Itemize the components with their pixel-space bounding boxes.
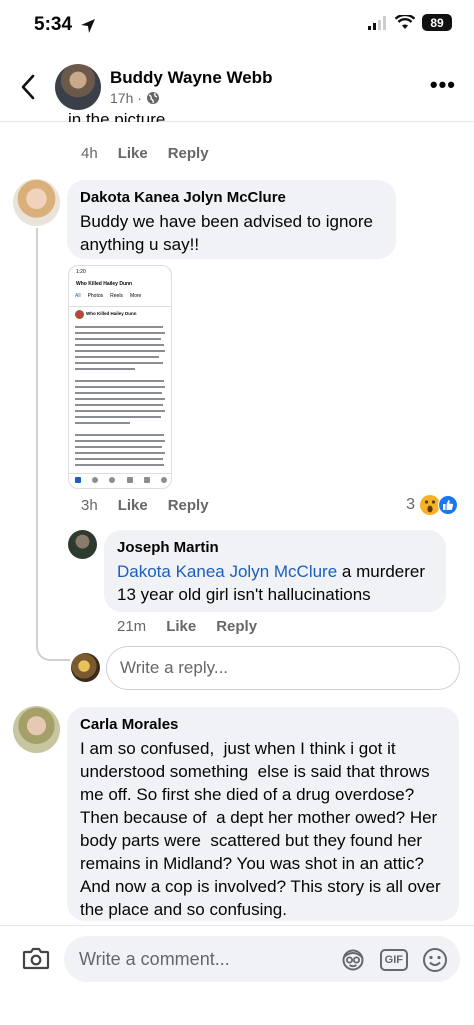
post-meta: 17h ·: [110, 90, 160, 106]
mention-link[interactable]: Dakota Kanea Jolyn McClure: [117, 562, 337, 581]
reply-button[interactable]: Reply: [168, 497, 209, 514]
location-arrow-icon: [81, 19, 95, 33]
avatar[interactable]: [13, 179, 60, 226]
status-icons: 89: [368, 14, 452, 31]
avatar: [71, 653, 100, 682]
avatar[interactable]: [13, 706, 60, 753]
image-nav: [75, 477, 167, 483]
emoji-icon[interactable]: [422, 947, 448, 973]
image-tab: Reels: [110, 293, 123, 299]
comment-time: 4h: [81, 145, 98, 162]
previous-comment-actions: 4h Like Reply: [81, 145, 209, 162]
camera-icon[interactable]: [22, 946, 50, 970]
globe-icon: [146, 92, 159, 104]
post-time: 17h ·: [110, 90, 142, 106]
image-tabs: All Photos Reels More: [75, 293, 141, 299]
avatar-sticker-icon[interactable]: [340, 948, 366, 972]
battery-indicator: 89: [422, 14, 452, 31]
like-button[interactable]: Like: [118, 497, 148, 514]
image-avatar: [75, 310, 84, 319]
comment-actions: 3h Like Reply: [81, 497, 209, 514]
comment-image[interactable]: 1:20 Who Killed Hailey Dunn All Photos R…: [68, 265, 172, 489]
comment-bubble: Dakota Kanea Jolyn McClure Buddy we have…: [67, 180, 396, 259]
status-bar: 5:34 89: [0, 0, 474, 52]
image-page-title: Who Killed Hailey Dunn: [76, 281, 133, 287]
comment-input[interactable]: Write a comment... GIF: [64, 936, 460, 982]
comment-text: Dakota Kanea Jolyn McClure a murderer 13…: [117, 560, 434, 606]
gif-icon[interactable]: GIF: [379, 949, 408, 971]
comment-text: I am so confused, just when I think i go…: [80, 739, 446, 919]
composer-icons: GIF: [340, 947, 448, 973]
previous-comment-text: in the picture: [68, 110, 166, 122]
comment-author[interactable]: Dakota Kanea Jolyn McClure: [80, 189, 384, 206]
status-time: 5:34: [34, 14, 73, 35]
back-chevron-icon[interactable]: [16, 72, 42, 102]
comment-time: 21m: [117, 618, 147, 635]
like-button[interactable]: Like: [166, 618, 196, 635]
like-button[interactable]: Like: [118, 145, 148, 162]
image-tab: Photos: [87, 293, 104, 299]
avatar[interactable]: [68, 530, 97, 559]
page-title[interactable]: Buddy Wayne Webb: [110, 68, 272, 88]
comment-author[interactable]: Carla Morales: [80, 716, 447, 733]
avatar[interactable]: [55, 64, 101, 110]
comment-placeholder: Write a comment...: [79, 948, 230, 969]
reply-bubble: Joseph Martin Dakota Kanea Jolyn McClure…: [104, 530, 446, 612]
image-post-author: Who Killed Hailey Dunn: [86, 311, 137, 316]
comment-author[interactable]: Joseph Martin: [117, 539, 434, 556]
image-tab: All: [75, 293, 81, 299]
image-status-time: 1:20: [76, 269, 86, 275]
reply-actions: 21m Like Reply: [117, 618, 257, 635]
signal-icon: [368, 15, 386, 30]
thread-line: [36, 228, 70, 661]
comment-bubble: Carla Morales I am so confused, just whe…: [67, 707, 459, 921]
comment-text: Buddy we have been advised to ignore any…: [80, 212, 373, 254]
like-reaction-icon: [438, 495, 458, 515]
image-tab: More: [129, 293, 142, 299]
reply-input[interactable]: Write a reply...: [106, 646, 460, 690]
comment-composer-bar: Write a comment... GIF: [0, 925, 474, 1025]
reaction-summary[interactable]: 3: [406, 494, 458, 516]
reaction-count: 3: [406, 496, 415, 513]
reply-button[interactable]: Reply: [216, 618, 257, 635]
wifi-icon: [395, 15, 415, 29]
more-icon[interactable]: •••: [430, 74, 456, 96]
comment-time: 3h: [81, 497, 98, 514]
reply-button[interactable]: Reply: [168, 145, 209, 162]
